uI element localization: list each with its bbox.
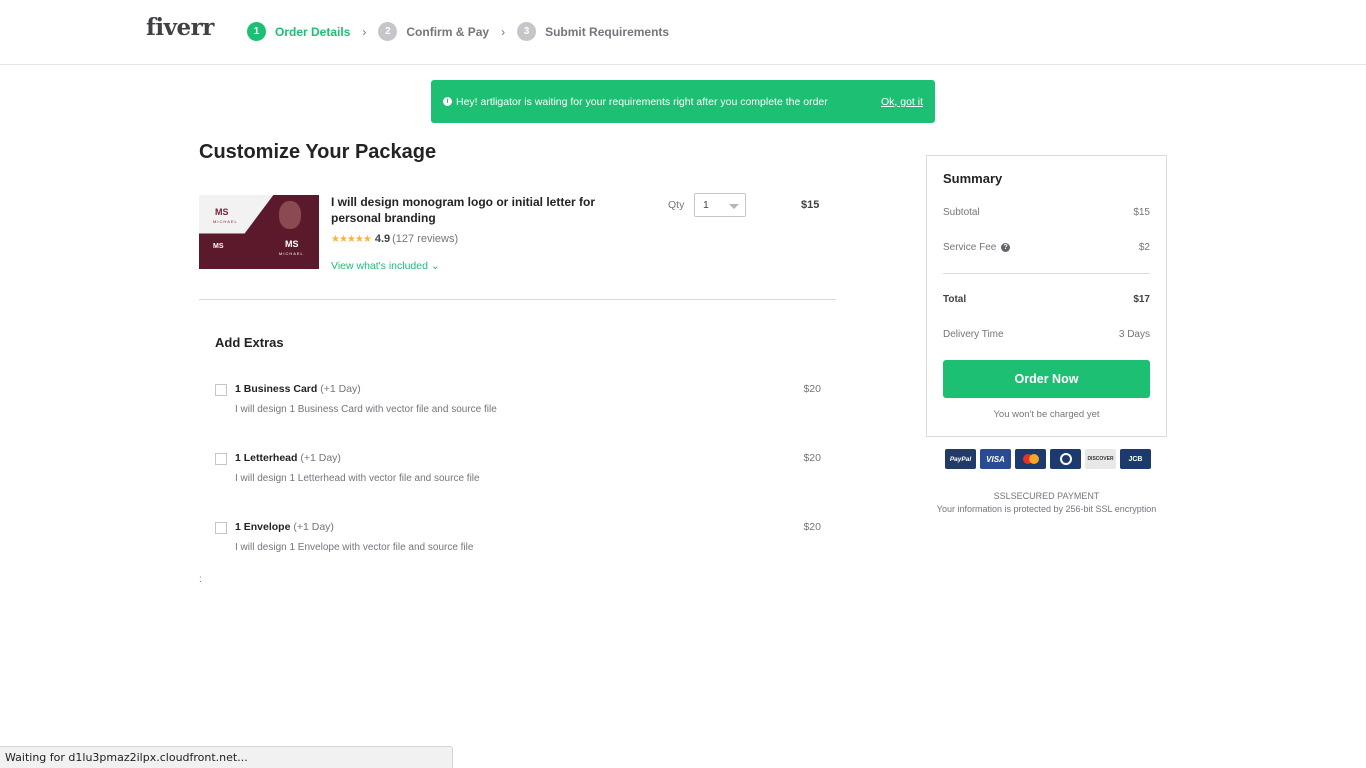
total-label: Total — [943, 294, 967, 305]
extra-price: $20 — [803, 521, 821, 533]
extra-item: 1 Business Card (+1 Day) I will design 1… — [215, 383, 821, 433]
thumbnail-name: MICHAEL — [279, 251, 304, 256]
qty-label: Qty — [668, 199, 685, 211]
gig-rating: ★★★★★ 4.9 (127 reviews) — [331, 233, 458, 245]
requirements-banner: i Hey! artligator is waiting for your re… — [431, 80, 935, 123]
thumbnail-monogram: MS — [285, 239, 299, 249]
thumbnail-monogram: MS — [215, 207, 229, 217]
step-submit-requirements[interactable]: 3 Submit Requirements — [517, 22, 669, 41]
subtotal-row: Subtotal $15 — [943, 207, 1150, 218]
extra-days: (+1 Day) — [300, 452, 341, 464]
question-circle-icon[interactable]: ? — [1001, 242, 1011, 252]
extra-description: I will design 1 Envelope with vector fil… — [235, 542, 474, 553]
order-summary: Summary Subtotal $15 Service Fee ? $2 To… — [926, 155, 1167, 437]
order-now-button[interactable]: Order Now — [943, 360, 1150, 398]
extra-name-text: 1 Letterhead — [235, 452, 298, 464]
summary-divider — [943, 273, 1150, 274]
extra-name: 1 Business Card (+1 Day) — [235, 383, 361, 395]
info-icon: i — [443, 97, 452, 106]
gig-thumbnail[interactable]: MS MICHAEL MS MS MICHAEL — [199, 195, 319, 269]
banner-message: Hey! artligator is waiting for your requ… — [456, 95, 828, 108]
extra-description: I will design 1 Business Card with vecto… — [235, 404, 497, 415]
step-number: 3 — [517, 22, 537, 41]
gig-item: MS MICHAEL MS MS MICHAEL I will design m… — [199, 193, 836, 300]
visa-icon: VISA — [980, 449, 1011, 469]
extra-item: 1 Envelope (+1 Day) I will design 1 Enve… — [215, 521, 821, 571]
rating-score: 4.9 — [374, 233, 391, 245]
dismiss-banner-link[interactable]: Ok, got it — [881, 96, 923, 108]
extra-days: (+1 Day) — [320, 383, 361, 395]
star-icons: ★★★★★ — [331, 233, 372, 245]
step-label: Submit Requirements — [545, 24, 670, 39]
ssl-title: SSLSECURED PAYMENT — [993, 491, 1100, 501]
extra-name: 1 Envelope (+1 Day) — [235, 521, 334, 533]
delivery-value: 3 Days — [1118, 329, 1150, 340]
paypal-icon: PayPal — [945, 449, 976, 469]
page-title: Customize Your Package — [199, 141, 437, 163]
step-number: 1 — [247, 22, 266, 41]
ssl-description: Your information is protected by 256-bit… — [936, 504, 1157, 514]
fiverr-logo[interactable]: fiverr — [146, 14, 214, 41]
service-fee-value: $2 — [1138, 242, 1150, 253]
chevron-right-icon: › — [501, 24, 506, 39]
service-fee-label: Service Fee — [943, 242, 997, 253]
review-count: (127 reviews) — [392, 233, 459, 245]
delivery-label: Delivery Time — [943, 329, 1004, 340]
delivery-row: Delivery Time 3 Days — [943, 329, 1150, 340]
extra-checkbox[interactable] — [215, 453, 227, 465]
extra-description: I will design 1 Letterhead with vector f… — [235, 473, 480, 484]
step-number: 2 — [378, 22, 398, 41]
diners-club-icon — [1050, 449, 1081, 469]
stray-text: : — [199, 574, 202, 585]
step-confirm-pay[interactable]: 2 Confirm & Pay — [378, 22, 489, 41]
total-row: Total $17 — [943, 294, 1150, 305]
step-order-details[interactable]: 1 Order Details — [247, 22, 350, 41]
service-fee-row: Service Fee ? $2 — [943, 242, 1150, 253]
discover-icon: DISCOVER — [1085, 449, 1116, 469]
subtotal-label: Subtotal — [943, 207, 980, 218]
gig-price: $15 — [801, 199, 820, 211]
extra-price: $20 — [803, 452, 821, 464]
browser-status-bar: Waiting for d1lu3pmaz2ilpx.cloudfront.ne… — [0, 746, 453, 768]
extra-checkbox[interactable] — [215, 384, 227, 396]
subtotal-value: $15 — [1133, 207, 1150, 218]
header: fiverr 1 Order Details › 2 Confirm & Pay… — [0, 0, 1366, 65]
summary-title: Summary — [943, 171, 1003, 186]
gig-title[interactable]: I will design monogram logo or initial l… — [331, 194, 621, 226]
chevron-right-icon: › — [362, 24, 367, 39]
quantity-value: 1 — [703, 199, 709, 211]
extra-checkbox[interactable] — [215, 522, 227, 534]
extra-item: 1 Letterhead (+1 Day) I will design 1 Le… — [215, 452, 821, 502]
extra-name-text: 1 Envelope — [235, 521, 291, 533]
extra-price: $20 — [803, 383, 821, 395]
quantity-select[interactable]: 1 — [694, 193, 746, 217]
no-charge-note: You won't be charged yet — [993, 409, 1100, 420]
step-label: Confirm & Pay — [406, 24, 490, 39]
extras-title: Add Extras — [215, 335, 284, 350]
payment-methods: PayPal VISA DISCOVER JCB — [945, 449, 1151, 469]
caret-down-icon — [729, 204, 739, 209]
thumbnail-monogram: MS — [213, 243, 224, 250]
mastercard-icon — [1015, 449, 1046, 469]
thumbnail-name: MICHAEL — [213, 219, 238, 224]
checkout-steps: 1 Order Details › 2 Confirm & Pay › 3 Su… — [247, 22, 669, 41]
view-included-link[interactable]: View what's included ⌄ — [331, 260, 440, 272]
extra-name: 1 Letterhead (+1 Day) — [235, 452, 341, 464]
extra-name-text: 1 Business Card — [235, 383, 318, 395]
total-value: $17 — [1133, 294, 1150, 305]
extra-days: (+1 Day) — [293, 521, 334, 533]
jcb-icon: JCB — [1120, 449, 1151, 469]
step-label: Order Details — [275, 24, 351, 39]
thumbnail-person — [279, 201, 301, 229]
